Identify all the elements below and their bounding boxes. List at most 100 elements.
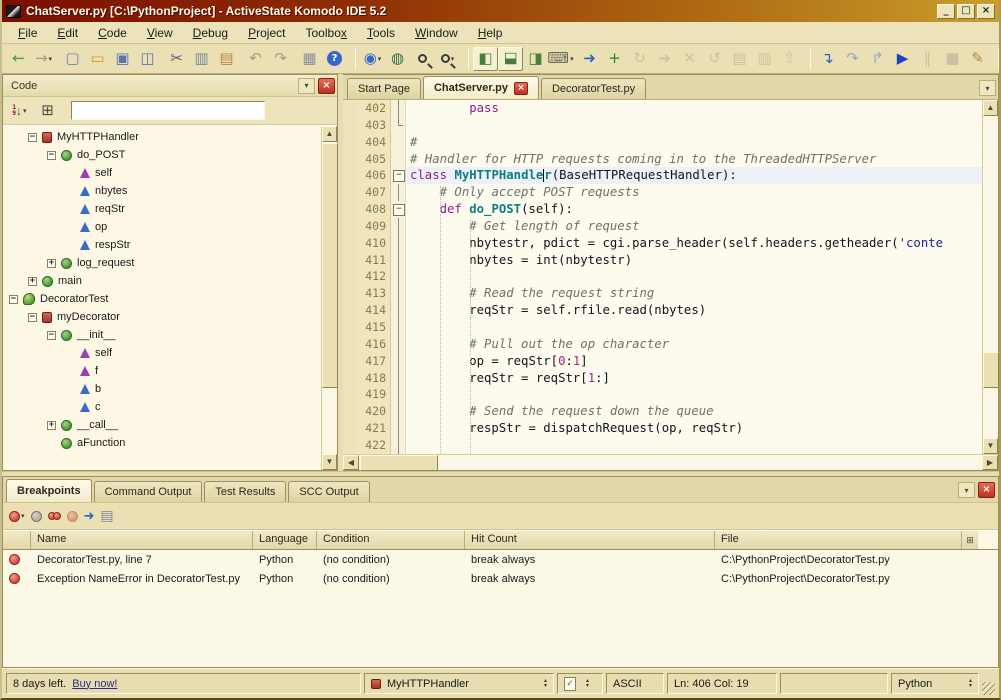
toggle-breakpoint-state-button[interactable] xyxy=(67,511,78,522)
collapse-icon[interactable]: − xyxy=(28,133,37,142)
save-all-button[interactable]: ◫ xyxy=(135,47,160,71)
fold-collapse-icon[interactable] xyxy=(391,201,406,218)
breakpoint-margin[interactable] xyxy=(343,420,357,437)
breakpoint-row[interactable]: Exception NameError in DecoratorTest.pyP… xyxy=(3,569,998,588)
breakpoint-row[interactable]: DecoratorTest.py, line 7Python(no condit… xyxy=(3,550,998,569)
delete-all-breakpoints-button[interactable] xyxy=(48,512,61,520)
column-header-language[interactable]: Language xyxy=(253,531,317,549)
scroll-down-icon[interactable]: ▼ xyxy=(322,454,337,470)
tree-item-do_post[interactable]: −do_POST xyxy=(3,146,321,164)
editor-line-420[interactable]: 420 # Send the request down the queue xyxy=(343,403,982,420)
spinner-icon[interactable]: ▴▾ xyxy=(586,679,589,689)
collapse-icon[interactable]: − xyxy=(47,331,56,340)
expand-icon[interactable]: + xyxy=(47,259,56,268)
sort-order-button[interactable]: 19↓ ▾ xyxy=(7,99,32,123)
spinner-icon[interactable]: ▴▾ xyxy=(969,679,972,689)
tab-scc-output[interactable]: SCC Output xyxy=(288,481,369,502)
menu-edit[interactable]: Edit xyxy=(47,24,88,42)
new-file-button[interactable]: ▢ xyxy=(60,47,85,71)
run-button[interactable]: ▶ xyxy=(890,47,915,71)
tree-item-nbytes[interactable]: nbytes xyxy=(3,182,321,200)
breakpoint-margin[interactable] xyxy=(343,201,357,218)
editor-line-418[interactable]: 418 reqStr = reqStr[1:] xyxy=(343,370,982,387)
debug-wand-button[interactable]: ✎ xyxy=(965,47,990,71)
editor-line-406[interactable]: 406class MyHTTPHandler(BaseHTTPRequestHa… xyxy=(343,167,982,184)
column-header-hit-count[interactable]: Hit Count xyxy=(465,531,715,549)
tree-item-self[interactable]: self xyxy=(3,344,321,362)
tree-item-decoratortest[interactable]: −DecoratorTest xyxy=(3,290,321,308)
tree-item-__init__[interactable]: −__init__ xyxy=(3,326,321,344)
editor-line-413[interactable]: 413 # Read the request string xyxy=(343,285,982,302)
menu-help[interactable]: Help xyxy=(468,24,513,42)
menu-toolbox[interactable]: Toolbox xyxy=(295,24,356,42)
editor-scroll-thumb[interactable] xyxy=(983,352,999,388)
tab-chatserver-py[interactable]: ChatServer.py× xyxy=(423,76,539,99)
editor-line-414[interactable]: 414 reqStr = self.rfile.read(nbytes) xyxy=(343,302,982,319)
tab-list-button[interactable]: ▾ xyxy=(979,80,996,96)
tree-item-self[interactable]: self xyxy=(3,164,321,182)
editor-line-403[interactable]: 403 xyxy=(343,117,982,134)
breakpoint-margin[interactable] xyxy=(343,370,357,387)
maximize-button[interactable]: □ xyxy=(957,4,975,19)
open-file-button[interactable]: ▭ xyxy=(85,47,110,71)
print-button[interactable]: ▦ xyxy=(297,47,322,71)
delete-breakpoint-button[interactable] xyxy=(31,511,42,522)
help-button[interactable]: ? xyxy=(322,47,347,71)
minimize-button[interactable]: _ xyxy=(937,4,955,19)
syntax-check-selector[interactable]: ✓ ▴▾ xyxy=(557,673,603,694)
tree-item-respstr[interactable]: respStr xyxy=(3,236,321,254)
panel-close-button[interactable]: × xyxy=(978,482,995,498)
column-header-icon[interactable] xyxy=(3,531,31,549)
editor-line-419[interactable]: 419 xyxy=(343,386,982,403)
toggle-right-pane-button[interactable]: ◨ xyxy=(523,47,548,71)
expand-icon[interactable]: + xyxy=(28,277,37,286)
breakpoint-margin[interactable] xyxy=(343,403,357,420)
menu-project[interactable]: Project xyxy=(238,24,295,42)
scroll-up-icon[interactable]: ▲ xyxy=(322,126,337,142)
fold-collapse-icon[interactable] xyxy=(391,167,406,184)
tree-item-log_request[interactable]: +log_request xyxy=(3,254,321,272)
tree-item-reqstr[interactable]: reqStr xyxy=(3,200,321,218)
find-button[interactable] xyxy=(410,47,435,71)
refresh-status-button[interactable]: ➜ xyxy=(577,47,602,71)
editor-line-416[interactable]: 416 # Pull out the op character xyxy=(343,336,982,353)
forward-button[interactable]: →▾ xyxy=(31,47,56,71)
tree-item-mydecorator[interactable]: −myDecorator xyxy=(3,308,321,326)
panel-close-button[interactable]: × xyxy=(318,78,335,94)
resize-grip[interactable] xyxy=(982,682,995,695)
step-in-button[interactable]: ↴ xyxy=(815,47,840,71)
cut-button[interactable]: ✂ xyxy=(164,47,189,71)
code-editor[interactable]: 402 pass403404#405# Handler for HTTP req… xyxy=(343,100,982,454)
editor-line-422[interactable]: 422 xyxy=(343,437,982,454)
breakpoint-margin[interactable] xyxy=(343,336,357,353)
find-in-files-button[interactable]: ▾ xyxy=(435,47,460,71)
tree-item-b[interactable]: b xyxy=(3,380,321,398)
close-button[interactable]: × xyxy=(977,4,995,19)
symbol-selector[interactable]: MyHTTPHandler ▴▾ xyxy=(364,673,554,694)
menu-file[interactable]: File xyxy=(8,24,47,42)
tab-test-results[interactable]: Test Results xyxy=(204,481,286,502)
copy-button[interactable]: ▥ xyxy=(189,47,214,71)
tree-item-op[interactable]: op xyxy=(3,218,321,236)
editor-line-402[interactable]: 402 pass xyxy=(343,100,982,117)
tree-item-c[interactable]: c xyxy=(3,398,321,416)
breakpoint-margin[interactable] xyxy=(343,268,357,285)
editor-line-408[interactable]: 408 def do_POST(self): xyxy=(343,201,982,218)
collapse-icon[interactable]: − xyxy=(28,313,37,322)
breakpoint-margin[interactable] xyxy=(343,151,357,168)
editor-hscroll-thumb[interactable] xyxy=(360,455,438,471)
tree-item-main[interactable]: +main xyxy=(3,272,321,290)
breakpoint-margin[interactable] xyxy=(343,319,357,336)
editor-line-421[interactable]: 421 respStr = dispatchRequest(op, reqStr… xyxy=(343,420,982,437)
tab-start-page[interactable]: Start Page xyxy=(347,78,421,99)
locate-scope-button[interactable]: ⊞ xyxy=(35,99,60,123)
redo-button[interactable]: ↷ xyxy=(268,47,293,71)
spinner-icon[interactable]: ▴▾ xyxy=(544,679,547,689)
editor-line-409[interactable]: 409 # Get length of request xyxy=(343,218,982,235)
toggle-bottom-pane-button[interactable]: ◧ xyxy=(498,47,523,71)
editor-line-411[interactable]: 411 nbytes = int(nbytestr) xyxy=(343,252,982,269)
tree-item-__call__[interactable]: +__call__ xyxy=(3,416,321,434)
editor-hscrollbar[interactable]: ◀ ▶ xyxy=(343,454,998,470)
column-header-file[interactable]: File xyxy=(715,531,962,549)
buy-now-link[interactable]: Buy now! xyxy=(72,678,117,690)
